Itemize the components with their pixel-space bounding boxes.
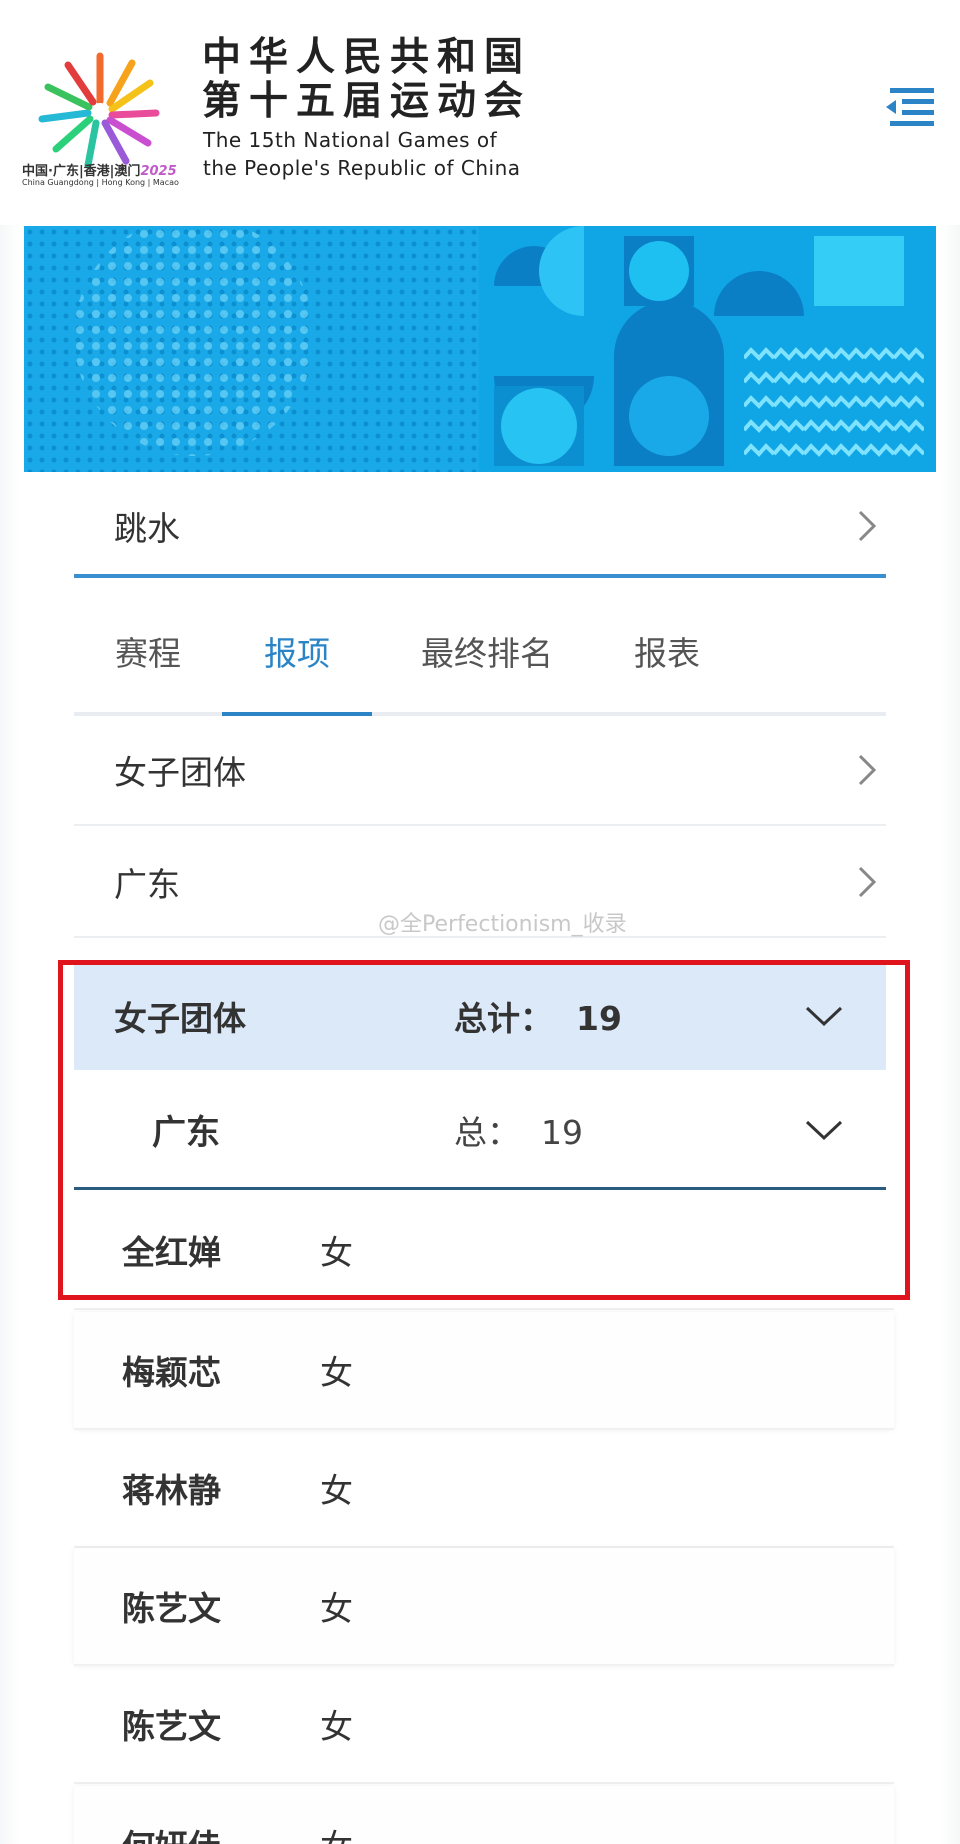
page-frame-left xyxy=(0,225,20,1844)
menu-icon[interactable] xyxy=(884,84,936,130)
chevron-right-icon xyxy=(858,866,877,898)
athlete-gender: 女 xyxy=(320,1471,353,1510)
athlete-name: 梅颖芯 xyxy=(122,1353,221,1392)
athlete-row: 全红婵 女 xyxy=(74,1192,894,1310)
athlete-name: 蒋林静 xyxy=(122,1471,221,1510)
athlete-row: 蒋林静 女 xyxy=(74,1430,894,1548)
athlete-row: 何妍佳 女 xyxy=(74,1786,894,1844)
chevron-down-icon[interactable] xyxy=(804,1004,844,1028)
event-filter-label: 女子团体 xyxy=(114,753,246,792)
delegation-filter-label: 广东 xyxy=(114,865,180,904)
delegation-group-header[interactable]: 广东 总： 19 xyxy=(74,1072,886,1190)
event-group-name: 女子团体 xyxy=(114,999,246,1038)
delegation-group-total: 总： 19 xyxy=(454,1112,583,1152)
athlete-name: 何妍佳 xyxy=(122,1820,221,1844)
athlete-row: 陈艺文 女 xyxy=(74,1666,894,1784)
athlete-gender: 女 xyxy=(320,1353,353,1392)
tab-bar: 赛程 报项 最终排名 报表 xyxy=(74,590,886,716)
site-title-english: The 15th National Games of the People's … xyxy=(203,128,521,180)
event-group-total: 总计： 19 xyxy=(454,999,622,1038)
tab-schedule[interactable]: 赛程 xyxy=(74,590,222,712)
logo-caption-english: China Guangdong | Hong Kong | Macao xyxy=(22,178,179,187)
site-title-chinese: 中华人民共和国 第十五届运动会 xyxy=(202,35,532,124)
athlete-name: 全红婵 xyxy=(122,1233,221,1272)
chevron-right-icon xyxy=(858,510,877,542)
athlete-gender: 女 xyxy=(320,1820,353,1844)
page-frame-right xyxy=(940,225,960,1844)
athlete-row: 陈艺文 女 xyxy=(74,1548,894,1666)
tab-reports[interactable]: 报表 xyxy=(602,590,732,712)
delegation-group-name: 广东 xyxy=(152,1113,220,1153)
athlete-gender: 女 xyxy=(320,1707,353,1746)
chevron-right-icon xyxy=(858,754,877,786)
event-filter[interactable]: 女子团体 xyxy=(74,716,886,826)
athlete-name: 陈艺文 xyxy=(122,1707,221,1746)
logo-caption: 中国·广东|香港|澳门2025 xyxy=(22,164,177,179)
sport-label: 跳水 xyxy=(114,509,180,548)
chevron-down-icon[interactable] xyxy=(804,1118,844,1142)
site-header: 中国·广东|香港|澳门2025 China Guangdong | Hong K… xyxy=(0,0,960,225)
decorative-banner xyxy=(24,226,936,472)
athlete-name: 陈艺文 xyxy=(122,1589,221,1628)
watermark-text: @全Perfectionism_收录 xyxy=(378,912,627,937)
athlete-gender: 女 xyxy=(320,1589,353,1628)
tab-entries[interactable]: 报项 xyxy=(222,590,372,716)
athlete-row: 梅颖芯 女 xyxy=(74,1312,894,1430)
athlete-gender: 女 xyxy=(320,1233,353,1272)
tab-final-ranking[interactable]: 最终排名 xyxy=(372,590,602,712)
sport-selector[interactable]: 跳水 xyxy=(74,478,886,578)
event-group-header[interactable]: 女子团体 总计： 19 xyxy=(74,962,886,1070)
